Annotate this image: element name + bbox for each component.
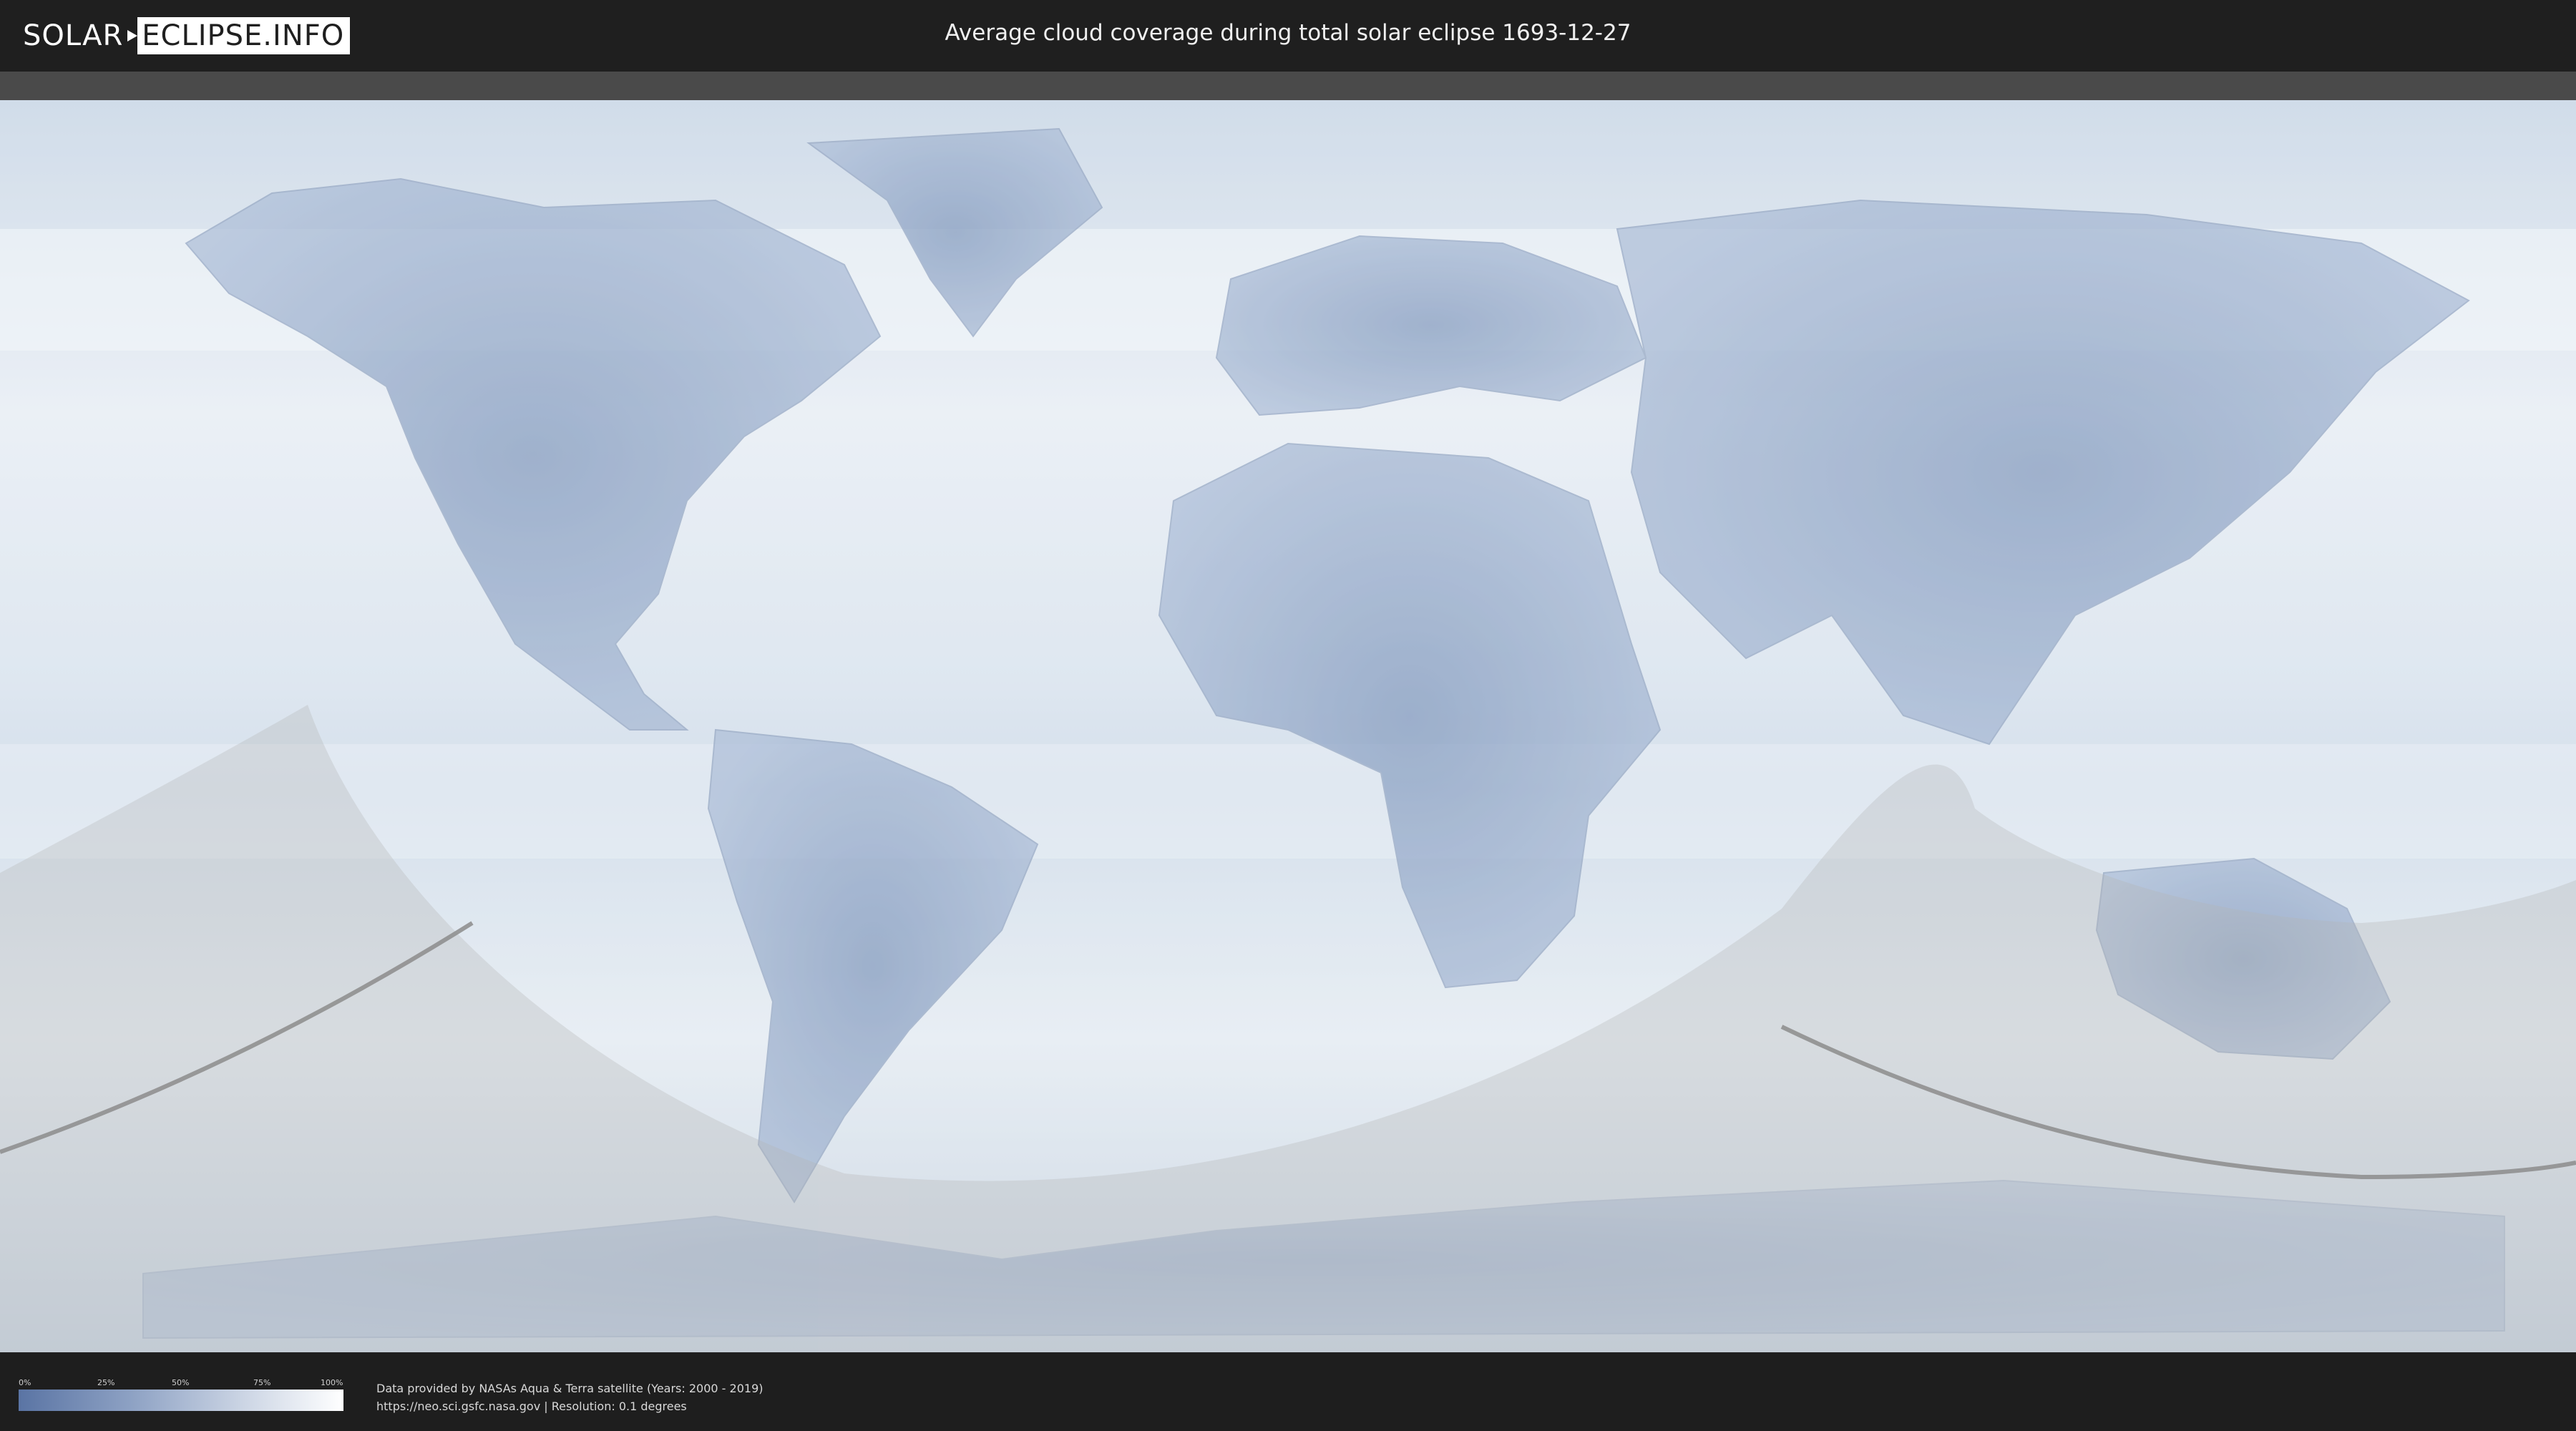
legend-ticks: 0% 25% 50% 75% 100% [19, 1378, 343, 1390]
credits-line-2[interactable]: https://neo.sci.gsfc.nasa.gov | Resoluti… [376, 1397, 763, 1415]
legend-tick-75: 75% [253, 1378, 271, 1387]
cloud-coverage-legend: 0% 25% 50% 75% 100% [19, 1378, 343, 1411]
toolbar-strip [0, 72, 2576, 100]
legend-color-bar [19, 1390, 343, 1411]
legend-tick-0: 0% [19, 1378, 31, 1387]
legend-tick-50: 50% [172, 1378, 190, 1387]
legend-tick-25: 25% [97, 1378, 115, 1387]
header-bar: SOLAR ECLIPSE.INFO Average cloud coverag… [0, 0, 2576, 72]
cloud-coverage-map[interactable] [0, 100, 2576, 1352]
data-credits: Data provided by NASAs Aqua & Terra sate… [376, 1379, 763, 1415]
footer-bar: 0% 25% 50% 75% 100% Data provided by NAS… [0, 1354, 2576, 1431]
page-title: Average cloud coverage during total sola… [945, 20, 1631, 46]
map-svg [0, 100, 2576, 1352]
legend-tick-100: 100% [321, 1378, 343, 1387]
credits-line-1: Data provided by NASAs Aqua & Terra sate… [376, 1382, 763, 1395]
